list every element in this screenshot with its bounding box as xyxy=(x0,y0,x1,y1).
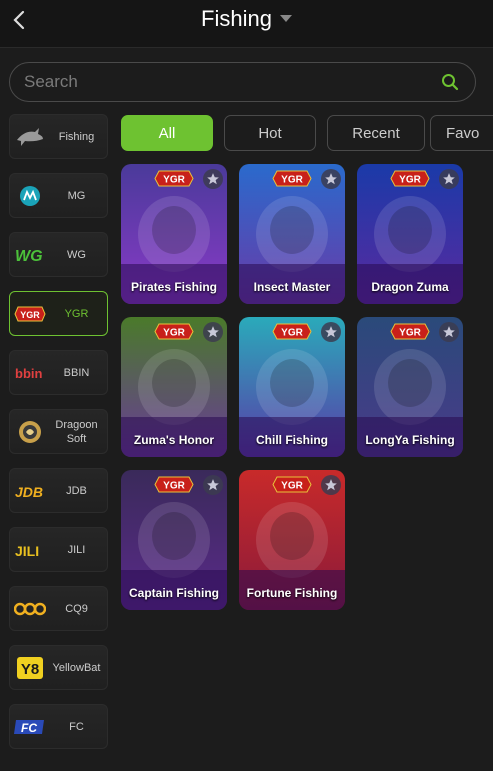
game-card[interactable]: YGR LongYa Fishing xyxy=(357,317,463,457)
svg-text:JILI: JILI xyxy=(15,543,39,559)
tab-recent[interactable]: Recent xyxy=(327,115,425,151)
game-badge-label: YGR xyxy=(163,481,185,492)
provider-jdb[interactable]: JDB JDB xyxy=(9,468,108,513)
provider-ygr[interactable]: YGR YGR xyxy=(9,291,108,336)
game-title: LongYa Fishing xyxy=(365,433,455,447)
favorite-star-icon[interactable] xyxy=(203,322,223,342)
ygr-badge-icon: YGR xyxy=(154,170,194,187)
ygr-badge-icon: YGR xyxy=(154,476,194,493)
game-card[interactable]: YGR Captain Fishing xyxy=(121,470,227,610)
provider-label: YGR xyxy=(64,307,89,320)
provider-sidebar: Fishing MG WG WG YGR YGR bbin BBIN Drago… xyxy=(9,114,108,763)
dragoon-soft-logo-icon xyxy=(13,421,46,443)
game-title: Fortune Fishing xyxy=(246,586,338,600)
game-title: Dragon Zuma xyxy=(371,280,449,294)
jdb-logo-icon: JDB xyxy=(13,480,46,502)
favorite-star-icon[interactable] xyxy=(203,475,223,495)
game-card[interactable]: YGR Dragon Zuma xyxy=(357,164,463,304)
provider-label: YellowBat xyxy=(52,661,101,674)
provider-bbin[interactable]: bbin BBIN xyxy=(9,350,108,395)
favorite-star-icon[interactable] xyxy=(321,322,341,342)
game-badge-label: YGR xyxy=(163,328,185,339)
provider-dragoon-soft[interactable]: Dragoon Soft xyxy=(9,409,108,454)
search-icon[interactable] xyxy=(441,73,459,91)
provider-mg[interactable]: MG xyxy=(9,173,108,218)
provider-label: CQ9 xyxy=(65,602,88,615)
svg-text:Y8: Y8 xyxy=(20,661,38,678)
game-badge-label: YGR xyxy=(281,328,303,339)
game-badge-label: YGR xyxy=(399,175,421,186)
game-title: Zuma's Honor xyxy=(133,433,215,447)
game-card[interactable]: YGR Zuma's Honor xyxy=(121,317,227,457)
cq9-logo-icon xyxy=(13,598,46,620)
game-card[interactable]: YGR Chill Fishing xyxy=(239,317,345,457)
ygr-badge-icon: YGR xyxy=(272,323,312,340)
svg-text:FC: FC xyxy=(21,721,37,735)
favorite-star-icon[interactable] xyxy=(321,475,341,495)
provider-label: JILI xyxy=(67,543,86,556)
game-badge-label: YGR xyxy=(281,175,303,186)
game-card[interactable]: YGR Pirates Fishing xyxy=(121,164,227,304)
provider-jili[interactable]: JILI JILI xyxy=(9,527,108,572)
svg-text:YGR: YGR xyxy=(20,310,40,320)
favorite-star-icon[interactable] xyxy=(439,169,459,189)
game-badge-label: YGR xyxy=(399,328,421,339)
ygr-badge-icon: YGR xyxy=(390,170,430,187)
filter-tabs: All Hot Recent Favo xyxy=(121,115,493,151)
jili-logo-icon: JILI xyxy=(13,539,46,561)
provider-cq9[interactable]: CQ9 xyxy=(9,586,108,631)
provider-label: JDB xyxy=(66,484,87,497)
provider-label: BBIN xyxy=(63,366,90,379)
svg-text:bbin: bbin xyxy=(15,366,42,381)
game-title: Insect Master xyxy=(253,280,331,294)
provider-wg[interactable]: WG WG xyxy=(9,232,108,277)
shark-icon xyxy=(13,126,46,148)
favorite-star-icon[interactable] xyxy=(203,169,223,189)
search-bar xyxy=(9,62,476,102)
ygr-badge-icon: YGR xyxy=(272,476,312,493)
provider-fc[interactable]: FC FC xyxy=(9,704,108,749)
category-selector[interactable]: Fishing xyxy=(0,6,493,32)
provider-label: FC xyxy=(69,720,84,733)
provider-label: Dragoon Soft xyxy=(55,418,98,445)
ygr-badge-icon: YGR xyxy=(390,323,430,340)
game-card[interactable]: YGR Insect Master xyxy=(239,164,345,304)
provider-label: WG xyxy=(67,248,86,261)
game-badge-label: YGR xyxy=(281,481,303,492)
favorite-star-icon[interactable] xyxy=(439,322,459,342)
tab-favorites[interactable]: Favo xyxy=(430,115,493,151)
game-title: Chill Fishing xyxy=(256,433,328,447)
svg-text:JDB: JDB xyxy=(15,484,43,500)
chevron-down-icon xyxy=(279,15,292,22)
tab-all[interactable]: All xyxy=(121,115,213,151)
tab-hot[interactable]: Hot xyxy=(224,115,316,151)
wg-logo-icon: WG xyxy=(13,244,46,266)
svg-text:WG: WG xyxy=(15,248,43,265)
favorite-star-icon[interactable] xyxy=(321,169,341,189)
provider-fishing[interactable]: Fishing xyxy=(9,114,108,159)
yellowbat-logo-icon: Y8 xyxy=(13,657,46,679)
ygr-logo-icon: YGR xyxy=(13,303,46,325)
provider-label: MG xyxy=(67,189,86,202)
fc-logo-icon: FC xyxy=(13,716,46,738)
top-bar: Fishing xyxy=(0,0,493,48)
game-title: Captain Fishing xyxy=(129,586,219,600)
ygr-badge-icon: YGR xyxy=(272,170,312,187)
ygr-badge-icon: YGR xyxy=(154,323,194,340)
bbin-logo-icon: bbin xyxy=(13,362,46,384)
provider-label: Fishing xyxy=(58,130,95,143)
game-badge-label: YGR xyxy=(163,175,185,186)
page-title: Fishing xyxy=(201,6,272,31)
game-title: Pirates Fishing xyxy=(130,280,218,294)
search-input[interactable] xyxy=(24,63,424,101)
game-card[interactable]: YGR Fortune Fishing xyxy=(239,470,345,610)
mg-logo-icon xyxy=(13,185,46,207)
provider-yellowbat[interactable]: Y8 YellowBat xyxy=(9,645,108,690)
